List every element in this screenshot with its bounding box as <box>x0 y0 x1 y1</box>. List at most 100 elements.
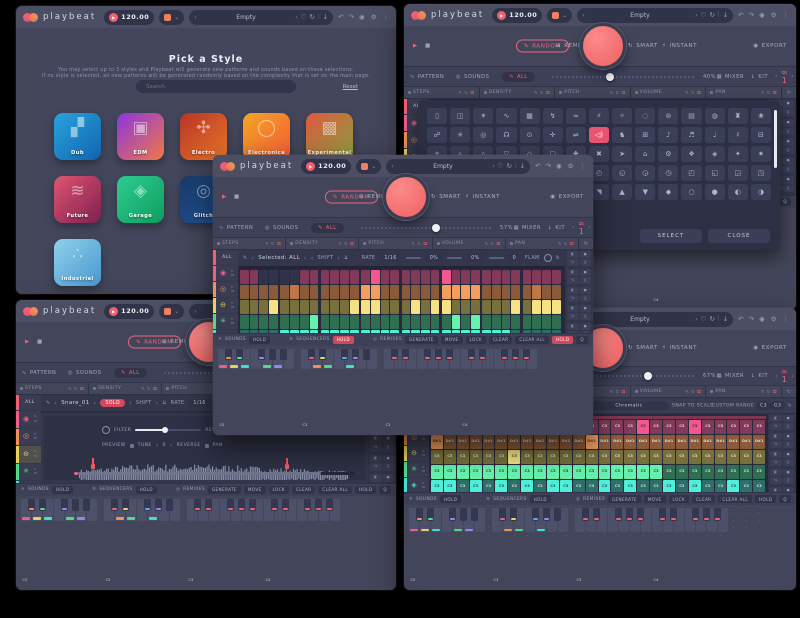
pitch-cell[interactable]: ⌃C3⌄ <box>457 465 469 479</box>
mute-toggle[interactable]: m <box>231 274 234 277</box>
pitch-up-arrow[interactable]: ⌃ <box>474 468 476 470</box>
step-cell[interactable] <box>250 270 259 284</box>
pitch-down-arrow[interactable]: ⌄ <box>474 459 476 461</box>
tune-up-arrow[interactable]: › <box>170 442 173 449</box>
step-cell[interactable] <box>280 285 289 299</box>
pitch-down-arrow[interactable]: ⌄ <box>642 459 644 461</box>
step-cell[interactable] <box>502 300 511 314</box>
pitch-down-arrow[interactable]: ⌄ <box>745 534 747 536</box>
pitch-up-arrow[interactable]: ⌃ <box>539 453 541 455</box>
pitch-down-arrow[interactable]: ⌄ <box>706 459 708 461</box>
next-pattern-arrow[interactable]: › <box>791 373 794 380</box>
sidebar-track-hihat[interactable]: ⊖sm <box>16 446 41 463</box>
pitch-down-arrow[interactable]: ⌄ <box>758 489 760 491</box>
reset-icon[interactable]: ↻ <box>147 386 151 391</box>
pitch-up-arrow[interactable]: ⌃ <box>719 498 721 500</box>
pitch-cell[interactable]: ⌃D#1⌄ <box>534 435 546 449</box>
step-cell[interactable] <box>259 300 268 314</box>
pitch-down-arrow[interactable]: ⌄ <box>565 459 567 461</box>
pitch-down-arrow[interactable]: ⌄ <box>513 444 515 446</box>
step-cell[interactable] <box>310 315 319 329</box>
pitch-up-arrow[interactable]: ⌃ <box>449 483 451 485</box>
pitch-up-arrow[interactable]: ⌃ <box>578 483 580 485</box>
pitch-cell[interactable]: ⌃C3⌄ <box>495 465 507 479</box>
pitch-cell[interactable]: ⌃C3⌄ <box>495 450 507 464</box>
step-cell[interactable] <box>471 285 480 299</box>
pitch-cell[interactable]: ⌃D#1⌄ <box>470 435 482 449</box>
stop-button[interactable]: ■ <box>234 194 240 200</box>
choke-icon[interactable]: ● <box>783 451 795 458</box>
pitch-up-arrow[interactable]: ⌃ <box>616 423 618 425</box>
choke-icon[interactable]: ● <box>783 138 795 146</box>
pitch-down-arrow[interactable]: ⌄ <box>745 489 747 491</box>
pitch-down-arrow[interactable]: ⌄ <box>487 444 489 446</box>
black-key[interactable] <box>692 508 698 521</box>
instant-toggle[interactable]: ⚡INSTANT <box>465 194 500 200</box>
nudge-icon[interactable]: ⇊ <box>162 401 166 406</box>
reload-icon[interactable]: ↻ <box>310 13 315 21</box>
mute-toggle[interactable]: m <box>422 470 425 473</box>
pitch-up-arrow[interactable]: ⌃ <box>565 498 567 500</box>
pitch-up-arrow[interactable]: ⌃ <box>732 483 734 485</box>
pitch-cell[interactable]: ⌃C3⌄ <box>470 465 482 479</box>
pitch-cell[interactable]: ⌃C3⌄ <box>611 420 623 434</box>
black-key[interactable] <box>326 499 332 511</box>
sound-tile[interactable]: ✧ <box>612 108 632 124</box>
pencil-icon[interactable]: ✎ <box>141 386 145 391</box>
sound-tile[interactable]: ⊙ <box>520 127 540 143</box>
step-cell[interactable] <box>421 315 430 329</box>
sound-tile[interactable]: ♩ <box>705 127 725 143</box>
step-cell[interactable] <box>381 300 390 314</box>
settings-gear-icon[interactable]: ⚙ <box>771 11 777 19</box>
step-cell[interactable] <box>361 300 370 314</box>
pitch-up-arrow[interactable]: ⌃ <box>629 453 631 455</box>
step-cell[interactable] <box>321 300 330 314</box>
black-key[interactable] <box>227 499 233 511</box>
step-cell[interactable] <box>442 285 451 299</box>
pitch-cell[interactable]: ⌃C3⌄ <box>483 465 495 479</box>
black-key[interactable] <box>122 499 128 511</box>
choke-icon[interactable]: ● <box>783 415 795 422</box>
search-input[interactable] <box>136 80 296 93</box>
pitch-down-arrow[interactable]: ⌄ <box>526 459 528 461</box>
sidebar-track-snare[interactable]: ◎sm <box>16 429 41 446</box>
pitch-down-arrow[interactable]: ⌄ <box>603 444 605 446</box>
pitch-cell[interactable]: ⌃D#1⌄ <box>637 435 649 449</box>
tune-down-arrow[interactable]: ‹ <box>156 442 159 449</box>
step-cell[interactable] <box>390 270 399 284</box>
step-cell[interactable] <box>411 285 420 299</box>
pitch-down-arrow[interactable]: ⌄ <box>603 504 605 506</box>
step-cell[interactable] <box>523 300 532 314</box>
sound-tile[interactable]: ♯ <box>728 127 748 143</box>
pitch-up-arrow[interactable]: ⌃ <box>513 453 515 455</box>
pitch-down-arrow[interactable]: ⌄ <box>487 459 489 461</box>
sample-icon[interactable]: ◧ <box>370 435 382 443</box>
pitch-down-arrow[interactable]: ⌄ <box>500 504 502 506</box>
step-cell[interactable] <box>431 270 440 284</box>
sound-tile[interactable]: ▤ <box>681 108 701 124</box>
pitch-down-arrow[interactable]: ⌄ <box>487 519 489 521</box>
pitch-up-arrow[interactable]: ⌃ <box>706 423 708 425</box>
pencil-icon[interactable]: ✎ <box>761 90 765 95</box>
complexity-knob[interactable] <box>644 372 652 380</box>
pitch-down-arrow[interactable]: ⌄ <box>603 459 605 461</box>
complexity-knob[interactable] <box>606 73 614 81</box>
pitch-up-arrow[interactable]: ⌃ <box>681 468 683 470</box>
pitch-down-arrow[interactable]: ⌄ <box>719 444 721 446</box>
step-cell[interactable] <box>502 270 511 284</box>
sound-tile[interactable]: ◫ <box>450 108 470 124</box>
pitch-up-arrow[interactable]: ⌃ <box>732 513 734 515</box>
step-cell[interactable] <box>442 300 451 314</box>
black-key[interactable] <box>282 499 288 511</box>
all-tracks-pill[interactable]: ✎ALL <box>502 72 535 82</box>
gate-mini-icon[interactable]: ‖ <box>383 444 395 452</box>
pitch-up-arrow[interactable]: ⌃ <box>629 423 631 425</box>
complexity-slider[interactable] <box>552 76 696 78</box>
generate-button[interactable]: GENERATE <box>405 336 438 344</box>
humanize-slider[interactable] <box>489 257 504 259</box>
play-button[interactable]: ▶ <box>222 194 227 200</box>
step-cell[interactable] <box>269 270 278 284</box>
sound-tile[interactable]: ⚙ <box>658 146 678 162</box>
metronome-control[interactable]: ⌄ <box>356 159 381 174</box>
dice-icon[interactable]: ⚄ <box>350 241 354 246</box>
